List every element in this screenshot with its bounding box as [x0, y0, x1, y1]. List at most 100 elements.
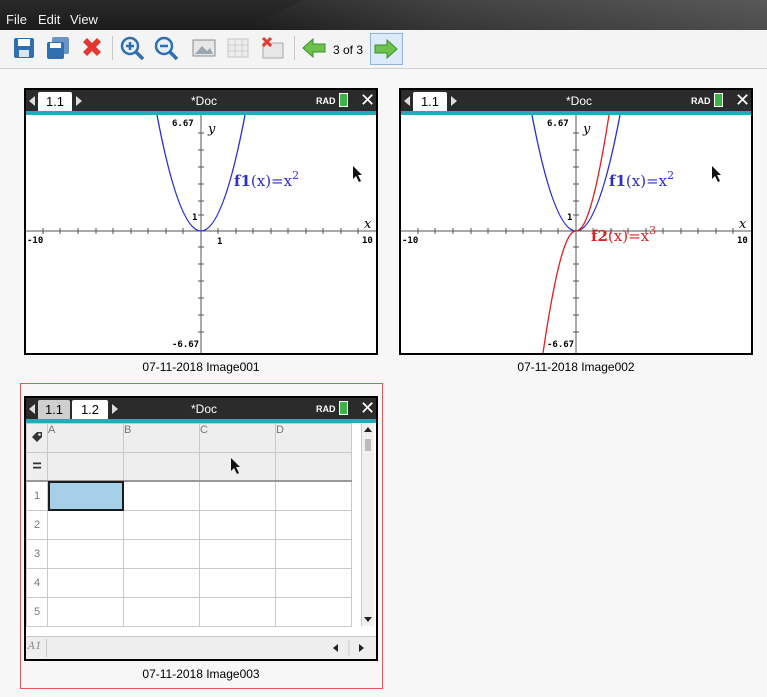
cell-b5[interactable]: [123, 597, 200, 627]
cell-d5[interactable]: [275, 597, 352, 627]
tab-left-arrow-icon: [29, 95, 35, 109]
toolbar-separator: [294, 36, 295, 60]
doc-title: *Doc: [191, 94, 218, 108]
save-icon[interactable]: [10, 34, 38, 62]
x-axis-label: x: [739, 217, 747, 232]
y-tick-label: 1: [567, 213, 572, 223]
function-label-f1: f1(x)=x2: [609, 169, 674, 190]
tab-right-arrow-icon: [451, 95, 457, 109]
page-counter: 3 of 3: [333, 43, 364, 57]
doc-title: *Doc: [566, 94, 593, 108]
delete-icon[interactable]: [78, 34, 106, 62]
thumbnail-caption: 07-11-2018 Image001: [142, 360, 260, 374]
ymax-label: 6.67: [547, 119, 569, 129]
graph-svg: 6.67 y -10 10 x 1 -6.67 f1(x)=x2 f2(x)=x…: [401, 115, 751, 353]
column-header-a: A: [47, 423, 124, 453]
tab-right-arrow-icon: [76, 95, 82, 109]
cell-c5[interactable]: [199, 597, 276, 627]
tab-1-1: 1.1: [38, 400, 70, 419]
angle-mode: RAD: [691, 96, 711, 106]
ymin-label: -6.67: [547, 340, 574, 350]
zoom-in-icon[interactable]: [118, 34, 146, 62]
row-header-1: 1: [26, 480, 48, 511]
cell-a2[interactable]: [47, 510, 124, 540]
cell-c3[interactable]: [199, 539, 276, 569]
thumbnail-caption: 07-11-2018 Image003: [142, 667, 260, 681]
formula-cell-c[interactable]: [199, 452, 276, 482]
graph-svg: 6.67 y -10 10 x 1 1 -6.67 f1(x)=x2: [26, 115, 376, 353]
horizontal-scrollbar[interactable]: A1: [26, 636, 376, 659]
menu-edit[interactable]: Edit: [38, 12, 60, 27]
grid-icon[interactable]: [224, 34, 252, 62]
angle-mode: RAD: [316, 96, 336, 106]
cell-d4[interactable]: [275, 568, 352, 598]
cell-a3[interactable]: [47, 539, 124, 569]
menu-view[interactable]: View: [70, 12, 98, 27]
x-tick-label: 1: [217, 237, 222, 247]
thumbnail-frame: 1.1 *Doc RAD ✕ 6.67 y -10 10 x 1 -6.67 f…: [399, 88, 753, 355]
thumbnail-frame: 1.1 *Doc RAD ✕ 6.67 y -10 10 x 1 1 -6.67…: [24, 88, 378, 355]
row-header-4: 4: [26, 568, 48, 598]
cell-d3[interactable]: [275, 539, 352, 569]
battery-icon: [339, 93, 348, 107]
battery-icon: [339, 401, 348, 415]
save-as-icon[interactable]: [44, 34, 72, 62]
cell-a1[interactable]: [47, 480, 124, 511]
tab-1-1: 1.1: [38, 92, 72, 111]
zoom-out-icon[interactable]: [152, 34, 180, 62]
cell-reference: A1: [28, 641, 42, 652]
doc-title: *Doc: [191, 402, 218, 416]
formula-cell-a[interactable]: [47, 452, 124, 482]
xmin-label: -10: [402, 236, 418, 246]
column-header-b: B: [123, 423, 200, 453]
row-header-3: 3: [26, 539, 48, 569]
scrollbar-graphics: [364, 427, 372, 622]
cell-b3[interactable]: [123, 539, 200, 569]
cell-b1[interactable]: [123, 480, 200, 511]
formula-cell-d[interactable]: [275, 452, 352, 482]
cell-d2[interactable]: [275, 510, 352, 540]
previous-arrow-icon[interactable]: [300, 34, 328, 62]
xmin-label: -10: [27, 236, 43, 246]
close-icon: ✕: [360, 398, 376, 418]
battery-icon: [714, 93, 723, 107]
close-icon: ✕: [735, 90, 751, 110]
column-header-d: D: [275, 423, 352, 453]
formula-symbol: =: [26, 452, 48, 482]
cell-b4[interactable]: [123, 568, 200, 598]
next-page-button[interactable]: [370, 33, 403, 65]
spreadsheet-grid: A B C D = 1 2 3 4 5: [26, 423, 352, 627]
cell-c2[interactable]: [199, 510, 276, 540]
column-header-c: C: [199, 423, 276, 453]
doc-header: 1.1 *Doc RAD ✕: [401, 90, 751, 111]
formula-cell-b[interactable]: [123, 452, 200, 482]
vertical-scrollbar[interactable]: [361, 423, 374, 626]
y-tick-label: 1: [192, 213, 197, 223]
xmax-label: 10: [737, 236, 748, 246]
toolbar-separator: [112, 36, 113, 60]
hide-icon[interactable]: [258, 34, 286, 62]
cell-c1[interactable]: [199, 480, 276, 511]
cell-b2[interactable]: [123, 510, 200, 540]
tab-1-1: 1.1: [413, 92, 447, 111]
menu-bar-sheen: [240, 0, 767, 30]
cell-d1[interactable]: [275, 480, 352, 511]
doc-header: 1.1 1.2 *Doc RAD ✕: [26, 398, 376, 419]
slide-icon[interactable]: [190, 34, 218, 62]
cell-c4[interactable]: [199, 568, 276, 598]
cell-a5[interactable]: [47, 597, 124, 627]
function-label-f2: f2(x)=x3: [591, 224, 656, 245]
scroll-arrows-icon[interactable]: [330, 638, 370, 658]
doc-header: 1.1 *Doc RAD ✕: [26, 90, 376, 111]
angle-mode: RAD: [316, 404, 336, 414]
mouse-cursor-icon: [712, 166, 721, 182]
pin-icon: [26, 423, 48, 453]
ymin-label: -6.67: [172, 340, 199, 350]
menu-file[interactable]: File: [6, 12, 27, 27]
y-axis-label: y: [207, 122, 216, 137]
x-axis-label: x: [364, 217, 372, 232]
function-label-f1: f1(x)=x2: [234, 169, 299, 190]
cell-a4[interactable]: [47, 568, 124, 598]
thumbnail-frame: 1.1 1.2 *Doc RAD ✕ A B C D = 1 2 3 4 5 A…: [24, 396, 378, 661]
mouse-cursor-icon: [231, 458, 240, 474]
